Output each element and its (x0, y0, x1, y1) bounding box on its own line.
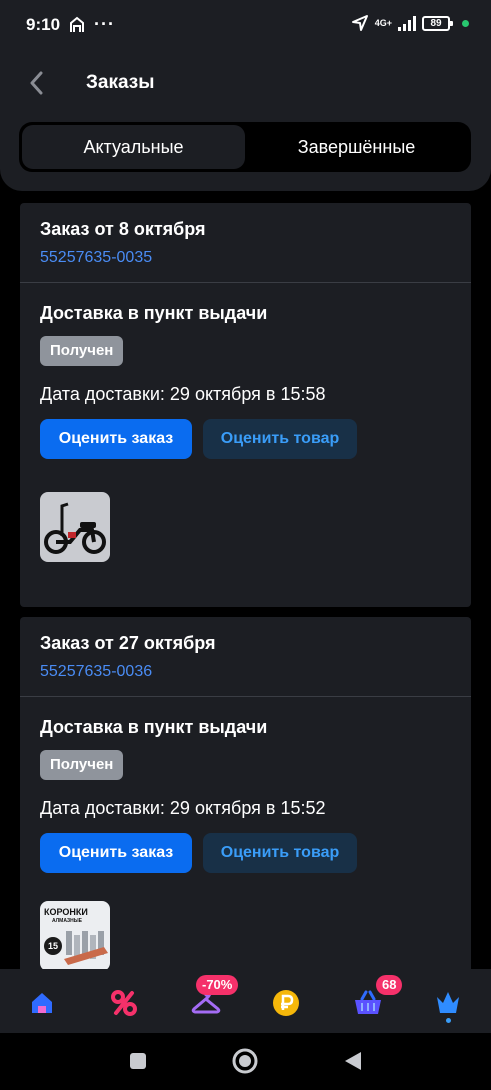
signal-icon (398, 15, 416, 31)
delivery-type: Доставка в пункт выдачи (40, 303, 268, 323)
nav-sales[interactable] (104, 983, 144, 1023)
delivery-date: Дата доставки: 29 октября в 15:52 (40, 798, 326, 818)
ruble-coin-icon (273, 990, 299, 1016)
location-icon (351, 15, 368, 31)
home-icon (32, 993, 52, 1013)
product-thumbnail-scooter[interactable] (40, 492, 110, 562)
active-tab-indicator (446, 1018, 451, 1023)
circle-icon (232, 1048, 258, 1074)
notification-icon (70, 16, 84, 32)
percent-icon (111, 990, 137, 1016)
orders-tabs: Актуальные Завершённые (19, 122, 471, 172)
delivery-date: Дата доставки: 29 октября в 15:58 (40, 384, 326, 404)
recent-apps-button[interactable] (125, 1048, 151, 1074)
home-system-button[interactable] (232, 1048, 258, 1074)
sale-badge: -70% (196, 975, 239, 995)
status-badge: Получен (40, 750, 124, 780)
rate-product-button[interactable]: Оценить товар (203, 419, 357, 459)
page-header: Заказы Актуальные Завершённые (0, 48, 491, 191)
battery-icon: 89 (422, 15, 453, 31)
rate-order-button[interactable]: Оценить заказ (40, 833, 192, 873)
network-type: 4G+ (374, 17, 392, 28)
order-card[interactable]: Заказ от 27 октября 55257635-0036 Достав… (20, 617, 471, 977)
product-thumbnail-drill-bits[interactable]: КОРОНКИ АЛМАЗНЫЕ 15 (40, 901, 110, 971)
product-thumb-count: 15 (44, 937, 62, 955)
rate-product-button[interactable]: Оценить товар (203, 833, 357, 873)
scooter-image (40, 492, 110, 562)
more-notifications-icon: ··· (94, 14, 115, 34)
drill-bits-image (64, 931, 108, 965)
basket-icon (355, 990, 381, 1014)
status-badge: Получен (40, 336, 124, 366)
order-title: Заказ от 27 октября (40, 633, 216, 653)
bottom-navigation: -70% 68 (0, 969, 491, 1033)
back-button[interactable] (22, 68, 50, 98)
product-thumb-subtitle: АЛМАЗНЫЕ (52, 918, 82, 924)
privacy-indicator (462, 19, 469, 27)
tab-completed-orders[interactable]: Завершённые (245, 125, 468, 169)
nav-profile[interactable] (428, 983, 468, 1023)
nav-bonuses[interactable] (266, 983, 306, 1023)
delivery-type: Доставка в пункт выдачи (40, 717, 268, 737)
order-title: Заказ от 8 октября (40, 219, 206, 239)
nav-home[interactable] (22, 983, 62, 1023)
order-card[interactable]: Заказ от 8 октября 55257635-0035 Доставк… (20, 203, 471, 607)
crown-icon (437, 992, 459, 1013)
cart-count-badge: 68 (376, 975, 403, 995)
tab-active-orders[interactable]: Актуальные (22, 125, 245, 169)
order-number-link[interactable]: 55257635-0036 (40, 663, 451, 681)
back-system-button[interactable] (340, 1048, 366, 1074)
page-title: Заказы (86, 72, 155, 93)
product-thumb-title: КОРОНКИ (44, 907, 88, 917)
square-icon (130, 1053, 146, 1069)
status-time: 9:10 (26, 15, 61, 34)
rate-order-button[interactable]: Оценить заказ (40, 419, 192, 459)
order-number-link[interactable]: 55257635-0035 (40, 249, 451, 267)
system-navigation-bar (0, 1033, 491, 1090)
triangle-back-icon (345, 1052, 361, 1070)
status-bar: 9:10 ··· 4G+ 89 (0, 0, 491, 48)
chevron-left-icon (30, 71, 43, 95)
